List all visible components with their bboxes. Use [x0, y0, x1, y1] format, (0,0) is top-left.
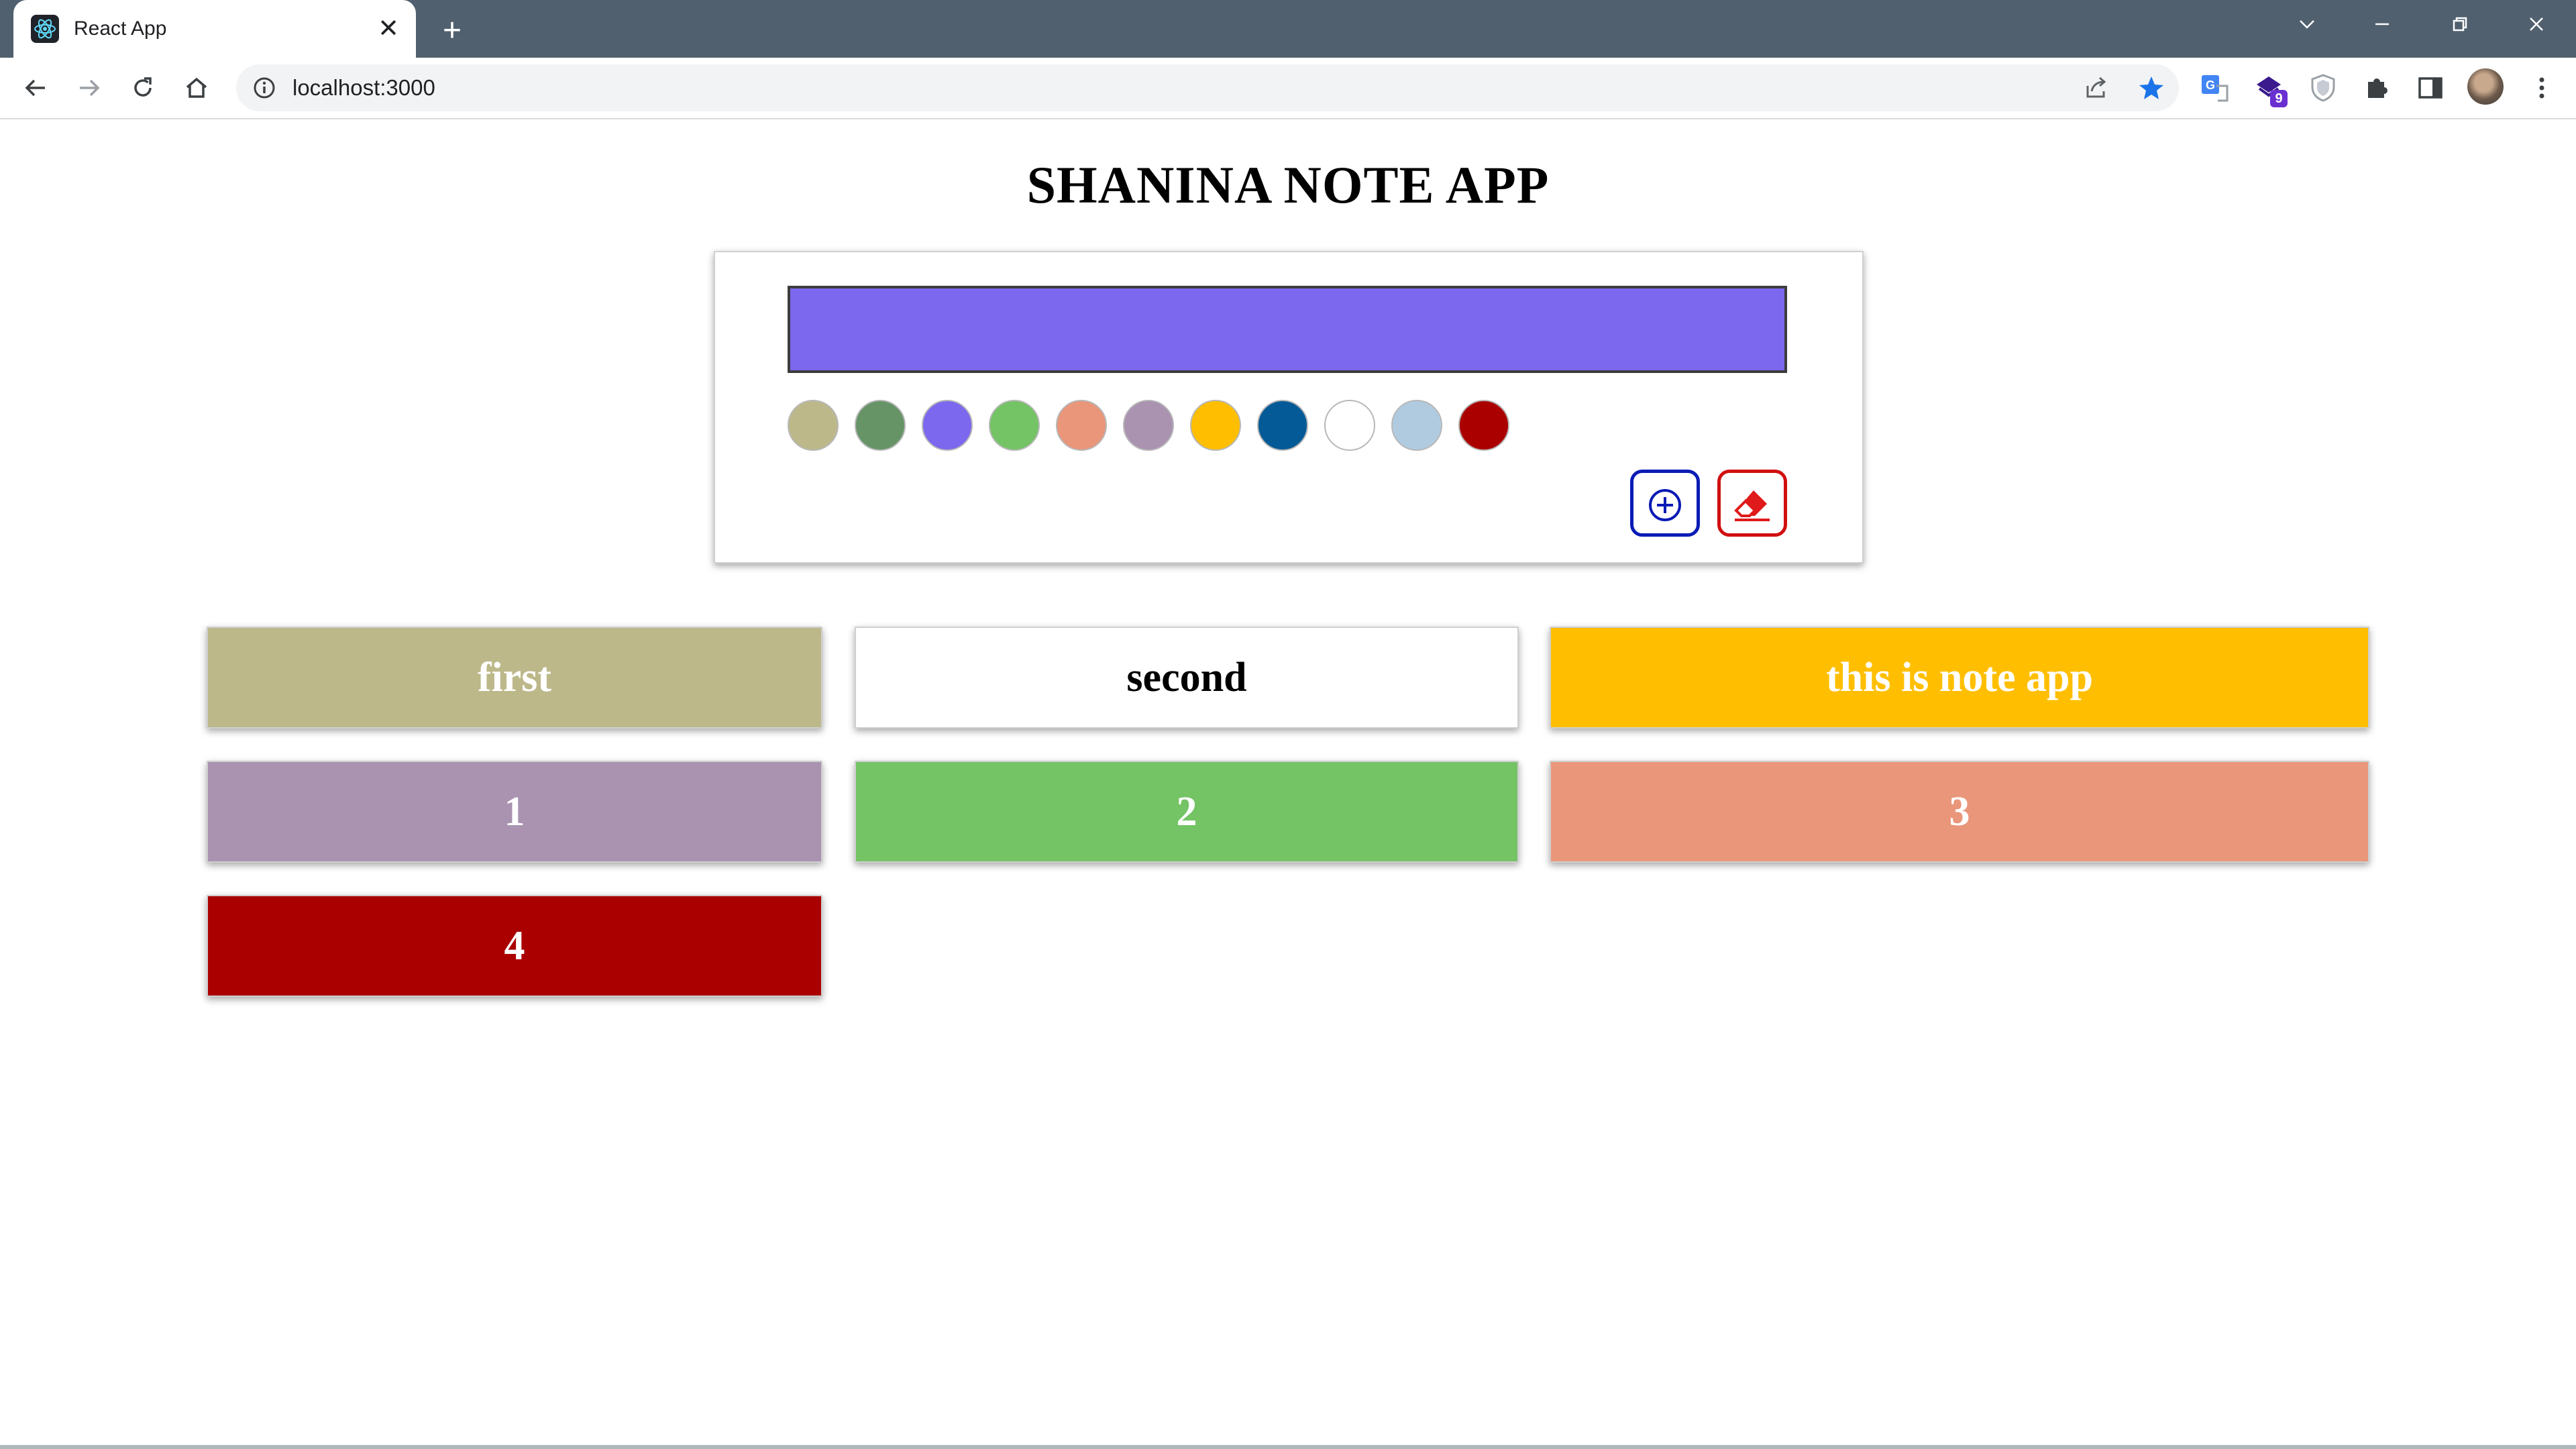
share-icon[interactable] — [2081, 72, 2112, 103]
restore-icon[interactable] — [2423, 0, 2497, 48]
react-favicon-icon — [31, 15, 59, 43]
browser-tab-bar: React App ✕ + — [0, 0, 2576, 58]
page-title: SHANINA NOTE APP — [1026, 156, 1550, 214]
url-text: localhost:3000 — [292, 75, 435, 100]
color-swatch-2[interactable] — [922, 400, 973, 451]
tab-search-chevron-icon[interactable] — [2270, 0, 2344, 48]
back-arrow-icon[interactable] — [16, 68, 55, 107]
side-panel-icon[interactable] — [2414, 71, 2447, 105]
note-text: this is note app — [1826, 654, 2093, 700]
note-card[interactable]: 2 — [855, 761, 1519, 863]
color-swatch-4[interactable] — [1056, 400, 1107, 451]
note-text: 1 — [504, 788, 525, 835]
color-swatch-7[interactable] — [1257, 400, 1308, 451]
new-tab-button[interactable]: + — [433, 12, 471, 50]
note-input[interactable] — [788, 286, 1787, 373]
translate-extension-icon[interactable]: G — [2198, 71, 2231, 105]
note-text: 4 — [504, 922, 525, 969]
color-palette — [788, 400, 1509, 456]
address-bar[interactable]: localhost:3000 — [236, 64, 2179, 111]
purple-extension-icon[interactable]: 9 — [2253, 71, 2288, 107]
svg-text:G: G — [2206, 78, 2215, 92]
profile-avatar[interactable] — [2467, 68, 2504, 105]
home-icon[interactable] — [177, 68, 216, 107]
clear-button[interactable] — [1717, 470, 1787, 537]
browser-toolbar: localhost:3000 G 9 — [0, 58, 2576, 119]
note-text: 2 — [1176, 788, 1197, 835]
tab-close-icon[interactable]: ✕ — [372, 12, 405, 46]
plus-circle-icon — [1649, 489, 1681, 521]
minimize-icon[interactable] — [2345, 0, 2419, 48]
reload-icon[interactable] — [123, 68, 162, 107]
shield-extension-icon[interactable] — [2306, 71, 2340, 105]
color-swatch-6[interactable] — [1190, 400, 1241, 451]
extensions-puzzle-icon[interactable] — [2360, 71, 2394, 105]
color-swatch-5[interactable] — [1123, 400, 1174, 451]
note-card[interactable]: 3 — [1550, 761, 2369, 863]
close-window-icon[interactable] — [2500, 0, 2573, 48]
note-card[interactable]: 1 — [207, 761, 822, 863]
color-swatch-0[interactable] — [788, 400, 839, 451]
window-bottom-border — [0, 1445, 2576, 1449]
menu-kebab-icon[interactable] — [2525, 71, 2559, 105]
bookmark-star-icon[interactable] — [2136, 72, 2167, 103]
site-info-icon[interactable] — [252, 76, 276, 100]
forward-arrow-icon[interactable] — [70, 68, 109, 107]
browser-tab[interactable]: React App ✕ — [13, 0, 416, 58]
extension-badge: 9 — [2270, 90, 2288, 107]
note-card[interactable]: first — [207, 627, 822, 729]
note-card[interactable]: second — [855, 627, 1519, 729]
note-card[interactable]: 4 — [207, 895, 822, 997]
color-swatch-8[interactable] — [1324, 400, 1375, 451]
add-note-button[interactable] — [1630, 470, 1700, 537]
color-swatch-9[interactable] — [1391, 400, 1442, 451]
note-text: 3 — [1949, 788, 1970, 835]
color-swatch-3[interactable] — [989, 400, 1040, 451]
color-swatch-10[interactable] — [1458, 400, 1509, 451]
note-card[interactable]: this is note app — [1550, 627, 2369, 729]
eraser-icon — [1734, 490, 1770, 521]
note-text: second — [1126, 654, 1247, 700]
tab-title: React App — [74, 17, 167, 40]
note-text: first — [477, 654, 552, 700]
color-swatch-1[interactable] — [855, 400, 906, 451]
note-editor-panel — [714, 251, 1864, 564]
